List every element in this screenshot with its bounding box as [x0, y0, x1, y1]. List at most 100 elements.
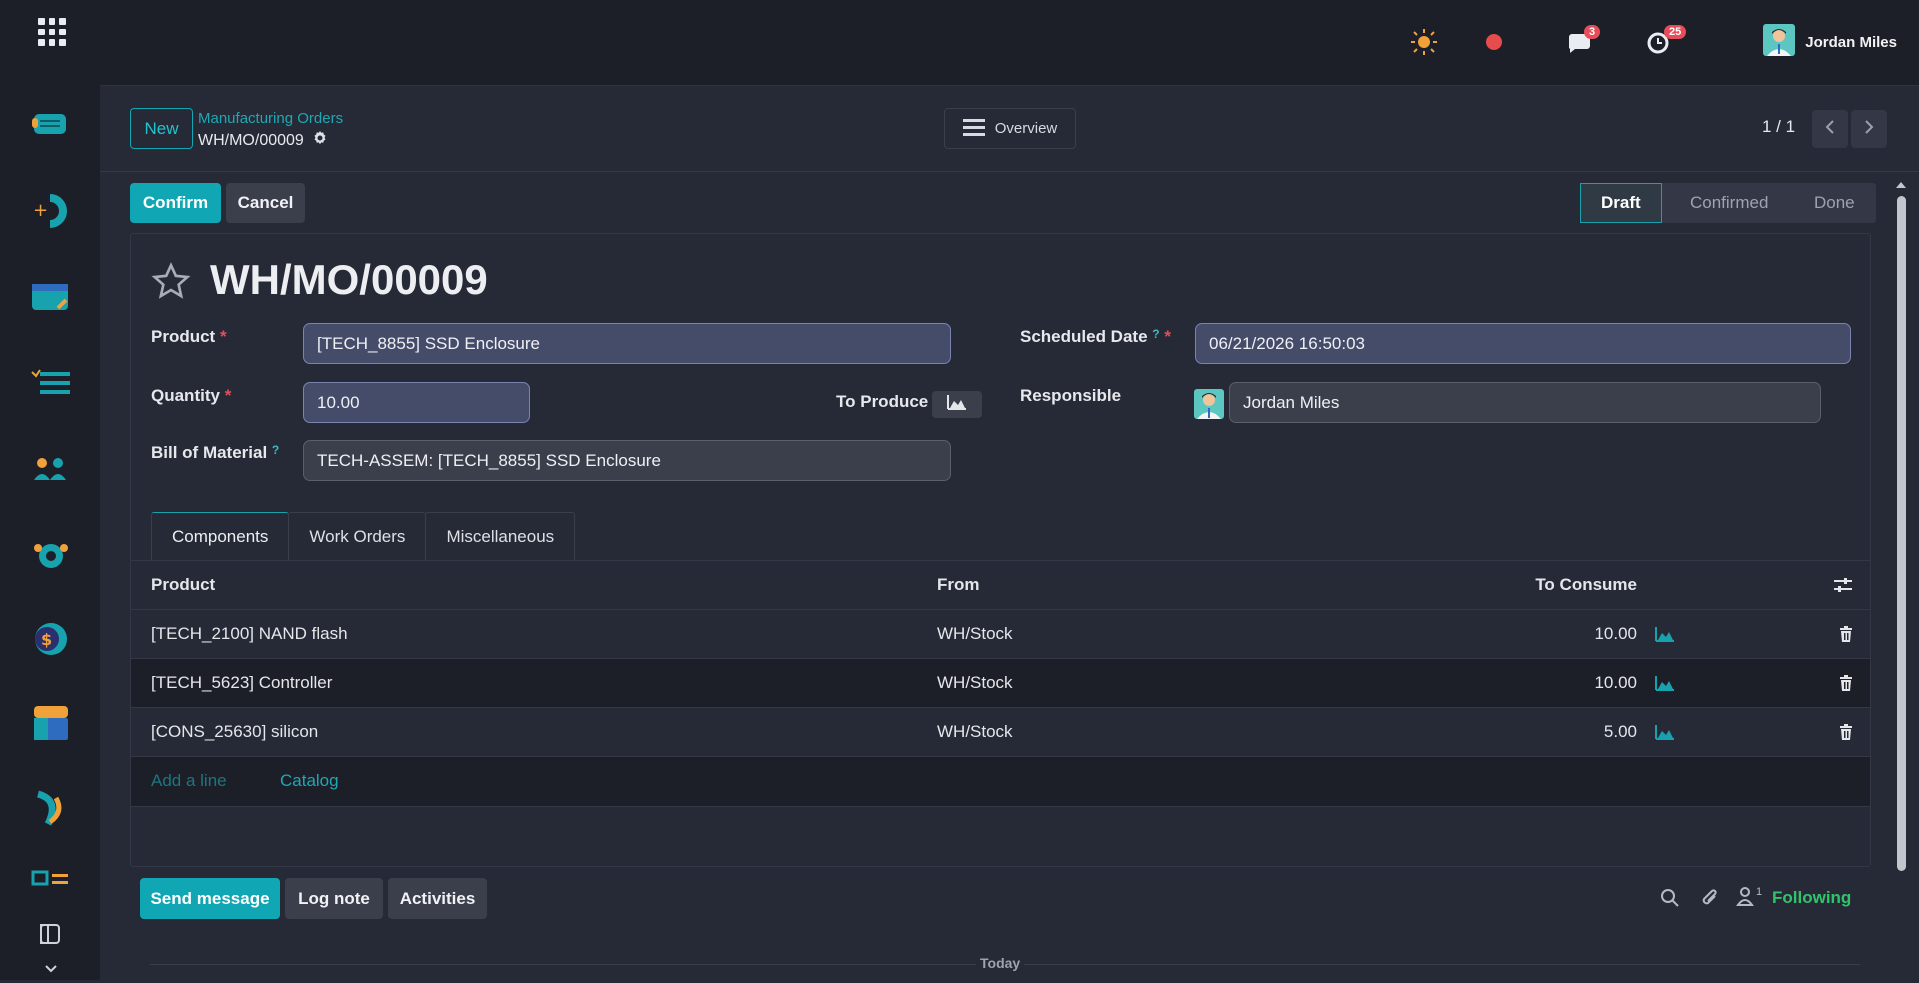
record-status-dot[interactable]: [1484, 22, 1504, 62]
theme-toggle-icon[interactable]: [1410, 22, 1438, 62]
pager-next-button[interactable]: [1851, 110, 1887, 148]
forecast-icon[interactable]: [1655, 659, 1675, 707]
top-navbar: 3 25 Jordan Miles: [100, 0, 1919, 86]
table-row[interactable]: [TECH_2100] NAND flash WH/Stock 10.00: [131, 610, 1870, 659]
trash-icon[interactable]: [1839, 610, 1853, 658]
row-from[interactable]: WH/Stock: [937, 610, 1013, 658]
product-field[interactable]: [TECH_8855] SSD Enclosure: [303, 323, 951, 364]
row-from[interactable]: WH/Stock: [937, 708, 1013, 756]
record-title: WH/MO/00009: [210, 256, 488, 303]
overview-label: Overview: [994, 120, 1058, 137]
confirm-button[interactable]: Confirm: [130, 183, 221, 223]
activities-clock-icon[interactable]: 25: [1646, 22, 1687, 62]
optional-columns-icon[interactable]: [1833, 561, 1853, 609]
messages-badge: 3: [1584, 25, 1601, 39]
user-menu[interactable]: Jordan Miles: [1763, 24, 1897, 60]
forecast-icon[interactable]: [1655, 610, 1675, 658]
stage-done[interactable]: Done: [1786, 183, 1876, 223]
cancel-button[interactable]: Cancel: [226, 183, 305, 223]
paperclip-icon[interactable]: [1700, 888, 1720, 913]
col-product-header[interactable]: Product: [151, 561, 215, 609]
chevron-right-icon: [1863, 118, 1875, 141]
messages-icon[interactable]: 3: [1566, 22, 1601, 62]
row-product[interactable]: [TECH_5623] Controller: [151, 659, 332, 707]
scrollbar[interactable]: [1894, 178, 1906, 878]
scheduled-date-field[interactable]: 06/21/2026 16:50:03: [1195, 323, 1851, 364]
send-message-button[interactable]: Send message: [140, 878, 280, 919]
apps-menu-icon[interactable]: [38, 18, 66, 46]
sales-app-icon[interactable]: [30, 276, 72, 318]
bom-label: Bill of Material ?: [151, 443, 280, 462]
svg-text:$: $: [41, 630, 52, 649]
discuss-app-icon[interactable]: [30, 104, 72, 146]
user-icon: [1736, 886, 1754, 911]
project-app-icon[interactable]: [30, 362, 72, 404]
stage-confirmed[interactable]: Confirmed: [1662, 183, 1786, 223]
status-stages: Draft Confirmed Done: [1580, 183, 1876, 223]
components-table: Product From To Consume [TECH_2100] NAND…: [131, 560, 1870, 807]
tab-components[interactable]: Components: [151, 512, 290, 561]
forecast-chart-button[interactable]: [932, 391, 982, 418]
activities-button[interactable]: Activities: [388, 878, 487, 919]
community-app-icon[interactable]: [30, 534, 72, 576]
breadcrumb-current: WH/MO/00009: [198, 130, 328, 151]
accounting-app-icon[interactable]: $: [30, 618, 72, 660]
activities-badge: 25: [1664, 25, 1687, 39]
sidebar-toggle-icon[interactable]: [38, 922, 66, 950]
today-separator: Today: [976, 955, 1025, 971]
pager-previous-button[interactable]: [1812, 110, 1848, 148]
row-to-consume[interactable]: 10.00: [1594, 610, 1637, 658]
manufacturing-app-icon[interactable]: [30, 786, 72, 828]
notebook-tabs: Components Work Orders Miscellaneous: [151, 512, 576, 561]
menu-lines-icon: [962, 118, 985, 140]
settings-app-icon[interactable]: [30, 866, 72, 908]
responsible-label: Responsible: [1020, 386, 1122, 405]
row-to-consume[interactable]: 10.00: [1594, 659, 1637, 707]
overview-button[interactable]: Overview: [944, 108, 1076, 149]
row-product[interactable]: [TECH_2100] NAND flash: [151, 610, 348, 658]
col-to-consume-header[interactable]: To Consume: [1535, 561, 1637, 609]
bom-field[interactable]: TECH-ASSEM: [TECH_8855] SSD Enclosure: [303, 440, 951, 481]
breadcrumb-current-label: WH/MO/00009: [198, 131, 304, 149]
quantity-field[interactable]: 10.00: [303, 382, 530, 423]
employees-app-icon[interactable]: [30, 448, 72, 490]
row-product[interactable]: [CONS_25630] silicon: [151, 708, 318, 756]
scheduled-date-label: Scheduled Date ? *: [1020, 327, 1171, 346]
followers-button[interactable]: 1: [1736, 886, 1762, 911]
user-name: Jordan Miles: [1805, 33, 1897, 51]
gear-icon[interactable]: [312, 130, 328, 151]
table-row[interactable]: [CONS_25630] silicon WH/Stock 5.00: [131, 708, 1870, 757]
new-button[interactable]: New: [130, 108, 193, 149]
tab-miscellaneous[interactable]: Miscellaneous: [425, 512, 576, 561]
add-a-line-link[interactable]: Add a line: [151, 771, 227, 791]
log-note-button[interactable]: Log note: [285, 878, 383, 919]
breadcrumb-manufacturing-orders[interactable]: Manufacturing Orders: [198, 110, 343, 127]
crm-app-icon[interactable]: +: [30, 190, 72, 232]
tab-work-orders[interactable]: Work Orders: [288, 512, 427, 561]
to-produce-label: To Produce: [836, 392, 929, 411]
expand-down-icon[interactable]: [44, 964, 60, 978]
quantity-label: Quantity *: [151, 386, 232, 405]
responsible-field[interactable]: Jordan Miles: [1229, 382, 1821, 423]
forecast-icon[interactable]: [1655, 708, 1675, 756]
user-avatar: [1763, 24, 1796, 60]
area-chart-icon: [947, 394, 967, 415]
followers-count: 1: [1756, 886, 1763, 898]
table-row[interactable]: [TECH_5623] Controller WH/Stock 10.00: [131, 659, 1870, 708]
trash-icon[interactable]: [1839, 659, 1853, 707]
trash-icon[interactable]: [1839, 708, 1853, 756]
stage-draft[interactable]: Draft: [1580, 183, 1662, 223]
inventory-app-icon[interactable]: [30, 702, 72, 744]
col-from-header[interactable]: From: [937, 561, 980, 609]
scrollbar-thumb[interactable]: [1897, 196, 1906, 871]
catalog-link[interactable]: Catalog: [280, 771, 339, 791]
pager-value[interactable]: 1 / 1: [1762, 117, 1795, 137]
row-to-consume[interactable]: 5.00: [1604, 708, 1637, 756]
star-icon[interactable]: [151, 262, 191, 307]
following-button[interactable]: Following: [1772, 888, 1851, 908]
app-rail: + $: [0, 0, 100, 980]
product-label: Product *: [151, 327, 227, 346]
chevron-left-icon: [1824, 118, 1836, 141]
row-from[interactable]: WH/Stock: [937, 659, 1013, 707]
search-icon[interactable]: [1660, 888, 1680, 913]
